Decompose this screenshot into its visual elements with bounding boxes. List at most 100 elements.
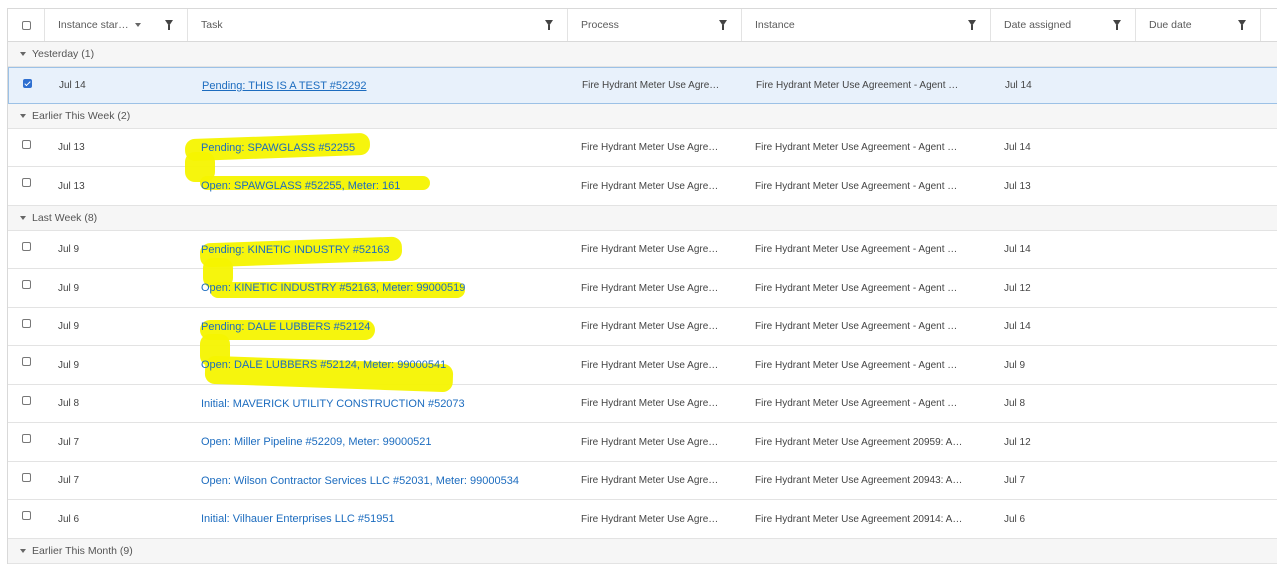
task-link[interactable]: Open: SPAWGLASS #52255, Meter: 161 [201,180,400,192]
cell-process: Fire Hydrant Meter Use Agre… [568,346,742,384]
instance-text: Fire Hydrant Meter Use Agreement - Agent… [755,244,958,255]
cell-task: Open: SPAWGLASS #52255, Meter: 161 [188,167,568,205]
col-date-assigned-label: Date assigned [1004,19,1072,31]
process-text: Fire Hydrant Meter Use Agre… [581,436,719,448]
group-header[interactable]: Earlier This Week (2) [8,104,1277,129]
row-checkbox[interactable] [22,511,31,520]
cell-task: Initial: MAVERICK UTILITY CONSTRUCTION #… [188,385,568,422]
process-text: Fire Hydrant Meter Use Agre… [581,282,719,294]
cell-instance: Fire Hydrant Meter Use Agreement - Agent… [742,385,991,422]
cell-due [1136,167,1261,205]
row-select-cell[interactable] [8,346,45,384]
table-row[interactable]: Jul 14 Pending: THIS IS A TEST #52292 Fi… [8,67,1277,104]
group-header[interactable]: Last Week (8) [8,206,1277,231]
row-checkbox[interactable] [22,357,31,366]
filter-icon[interactable] [545,20,553,30]
select-all-checkbox[interactable] [21,20,31,30]
cell-start: Jul 7 [58,436,80,448]
table-row[interactable]: Jul 7 Open: Wilson Contractor Services L… [8,462,1277,500]
row-select-cell[interactable] [8,500,45,538]
col-process[interactable]: Process [568,9,742,41]
cell-process: Fire Hydrant Meter Use Agre… [568,129,742,166]
collapse-icon[interactable] [20,216,26,220]
task-link[interactable]: Open: Miller Pipeline #52209, Meter: 990… [201,436,432,448]
select-all-cell[interactable] [8,9,45,41]
cell-start: Jul 9 [58,282,80,294]
row-checkbox[interactable] [22,140,31,149]
row-select-cell[interactable] [8,462,45,499]
row-select-cell[interactable] [8,167,45,205]
task-link[interactable]: Pending: SPAWGLASS #52255 [201,142,355,154]
collapse-icon[interactable] [20,114,26,118]
row-checkbox[interactable] [22,280,31,289]
cell-process: Fire Hydrant Meter Use Agre… [568,167,742,205]
task-link[interactable]: Pending: THIS IS A TEST #52292 [202,80,367,92]
cell-assigned: Jul 14 [1004,321,1031,332]
instance-text: Fire Hydrant Meter Use Agreement 20943: … [755,475,963,486]
table-row[interactable]: Jul 6 Initial: Vilhauer Enterprises LLC … [8,500,1277,539]
table-row[interactable]: Jul 9 Pending: KINETIC INDUSTRY #52163 F… [8,231,1277,269]
cell-start: Jul 13 [58,142,85,153]
collapse-icon[interactable] [20,549,26,553]
task-link[interactable]: Initial: MAVERICK UTILITY CONSTRUCTION #… [201,398,465,410]
cell-due [1136,385,1261,422]
row-select-cell[interactable] [8,423,45,461]
instance-text: Fire Hydrant Meter Use Agreement 20959: … [755,436,963,448]
row-checkbox[interactable] [23,79,32,88]
row-checkbox[interactable] [22,396,31,405]
process-text: Fire Hydrant Meter Use Agre… [581,142,719,153]
row-checkbox[interactable] [22,434,31,443]
row-select-cell[interactable] [8,269,45,307]
cell-assigned: Jul 9 [1004,359,1026,371]
collapse-icon[interactable] [20,52,26,56]
row-select-cell[interactable] [8,308,45,345]
table-row[interactable]: Jul 7 Open: Miller Pipeline #52209, Mete… [8,423,1277,462]
task-link[interactable]: Open: KINETIC INDUSTRY #52163, Meter: 99… [201,282,465,294]
col-task[interactable]: Task [188,9,568,41]
cell-instance: Fire Hydrant Meter Use Agreement 20914: … [742,500,991,538]
cell-start: Jul 9 [58,321,80,332]
group-label: Earlier This Week (2) [32,110,131,122]
cell-due [1136,462,1261,499]
task-link[interactable]: Pending: DALE LUBBERS #52124 [201,321,370,333]
group-header[interactable]: Yesterday (1) [8,42,1277,67]
task-link[interactable]: Initial: Vilhauer Enterprises LLC #51951 [201,513,395,525]
cell-instance: Fire Hydrant Meter Use Agreement - Agent… [742,231,991,268]
col-due-date[interactable]: Due date [1136,9,1261,41]
col-instance-start[interactable]: Instance star… [45,9,188,41]
col-date-assigned[interactable]: Date assigned [991,9,1136,41]
cell-task: Initial: Vilhauer Enterprises LLC #51951 [188,500,568,538]
row-select-cell[interactable] [8,129,45,166]
task-link[interactable]: Pending: KINETIC INDUSTRY #52163 [201,244,390,256]
table-row[interactable]: Jul 9 Pending: DALE LUBBERS #52124 Fire … [8,308,1277,346]
filter-icon[interactable] [165,20,173,30]
table-row[interactable]: Jul 9 Open: DALE LUBBERS #52124, Meter: … [8,346,1277,385]
row-select-cell[interactable] [8,231,45,268]
filter-icon[interactable] [1113,20,1121,30]
filter-icon[interactable] [719,20,727,30]
col-spacer [1261,9,1277,41]
group-label: Last Week (8) [32,212,98,224]
col-instance-start-label: Instance star… [58,19,129,31]
filter-icon[interactable] [1238,20,1246,30]
row-checkbox[interactable] [22,473,31,482]
row-checkbox[interactable] [22,242,31,251]
filter-icon[interactable] [968,20,976,30]
table-row[interactable]: Jul 8 Initial: MAVERICK UTILITY CONSTRUC… [8,385,1277,423]
cell-start: Jul 6 [58,513,80,525]
col-instance[interactable]: Instance [742,9,991,41]
row-checkbox[interactable] [22,178,31,187]
cell-assigned: Jul 12 [1004,436,1031,448]
row-select-cell[interactable] [8,385,45,422]
cell-process: Fire Hydrant Meter Use Agre… [569,68,743,103]
cell-process: Fire Hydrant Meter Use Agre… [568,385,742,422]
cell-task: Open: Wilson Contractor Services LLC #52… [188,462,568,499]
table-row[interactable]: Jul 9 Open: KINETIC INDUSTRY #52163, Met… [8,269,1277,308]
task-link[interactable]: Open: DALE LUBBERS #52124, Meter: 990005… [201,359,446,371]
process-text: Fire Hydrant Meter Use Agre… [582,80,720,91]
cell-start: Jul 7 [58,475,80,486]
row-checkbox[interactable] [22,319,31,328]
task-link[interactable]: Open: Wilson Contractor Services LLC #52… [201,475,519,487]
row-select-cell[interactable] [9,68,46,103]
sort-down-icon[interactable] [134,23,141,27]
